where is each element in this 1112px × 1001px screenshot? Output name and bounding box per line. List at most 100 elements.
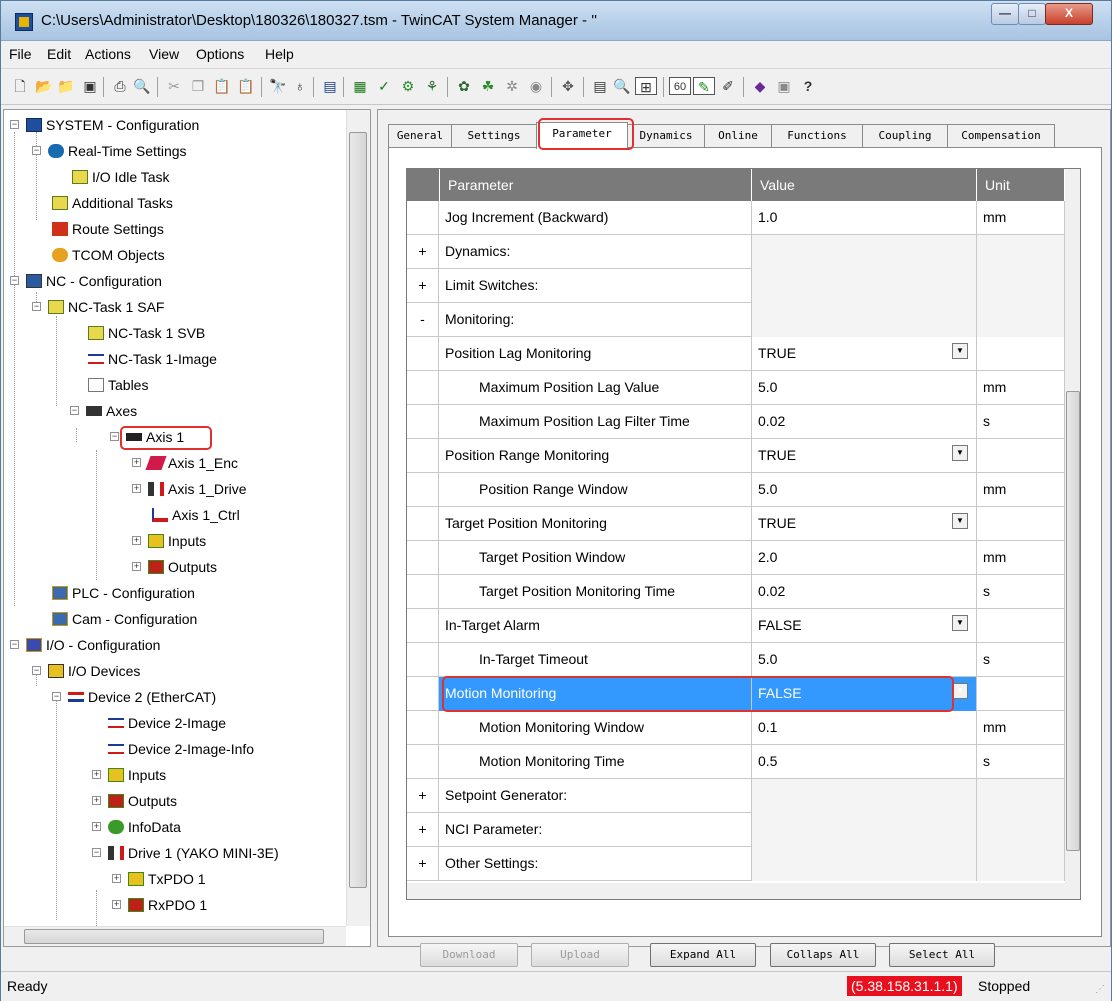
scrollbar-thumb[interactable] [349,132,367,888]
parameter-value[interactable]: FALSE ▼ [752,677,977,711]
collaps-all-button[interactable]: Collaps All [770,943,876,967]
group-toggle[interactable]: + [407,847,439,881]
save-icon[interactable]: ▣ [81,77,99,95]
record-icon[interactable]: ◉ [527,77,545,95]
parameter-value[interactable]: FALSE ▼ [752,609,977,643]
scrollbar-thumb[interactable] [24,929,324,944]
parameter-value[interactable]: 1.0 [752,201,977,235]
tab-coupling[interactable]: Coupling [862,124,948,148]
group-toggle[interactable]: + [407,813,439,847]
select-all-button[interactable]: Select All [889,943,995,967]
find-icon[interactable]: 🔭 [269,77,287,95]
grid-vertical-scrollbar[interactable] [1065,169,1080,899]
paste-icon[interactable]: 📋 [213,77,231,95]
collapse-icon[interactable]: − [10,120,19,129]
find-next-icon[interactable]: ♁ [291,77,309,95]
collapse-icon[interactable]: − [52,692,61,701]
open-icon[interactable]: 📂 [35,77,53,95]
expand-icon[interactable]: + [132,458,141,467]
menu-help[interactable]: Help [265,46,294,62]
generate-mappings-icon[interactable]: ▤ [321,77,339,95]
download-button[interactable]: Download [420,943,518,967]
parameter-value[interactable]: 0.02 [752,575,977,609]
local-icon[interactable]: ✎ [693,77,715,95]
set-run-mode-icon[interactable]: ⚘ [423,77,441,95]
parameter-value[interactable]: TRUE ▼ [752,439,977,473]
parameter-value[interactable]: 5.0 [752,371,977,405]
grid-row[interactable]: Jog Increment (Backward) 1.0 mm [407,201,1065,235]
header-parameter[interactable]: Parameter [439,169,752,201]
menu-actions[interactable]: Actions [85,46,131,62]
collapse-icon[interactable]: − [92,848,101,857]
collapse-icon[interactable]: − [32,146,41,155]
new-icon[interactable]: 🗋 [11,77,29,95]
print-preview-icon[interactable]: 🔍 [133,77,151,95]
grid-row[interactable]: + Setpoint Generator: [407,779,1065,813]
grid-row[interactable]: Maximum Position Lag Value 5.0 mm [407,371,1065,405]
tab-online[interactable]: Online [704,124,772,148]
help-icon[interactable]: ? [799,77,817,95]
grid-row[interactable]: Target Position Window 2.0 mm [407,541,1065,575]
group-toggle[interactable]: - [407,303,439,337]
expand-icon[interactable]: + [92,796,101,805]
header-value[interactable]: Value [752,169,977,201]
collapse-icon[interactable]: − [70,406,79,415]
parameter-value[interactable]: 0.02 [752,405,977,439]
expand-icon[interactable]: + [132,562,141,571]
grid-row[interactable]: Target Position Monitoring Time 0.02 s [407,575,1065,609]
paste-special-icon[interactable]: 📋 [237,77,255,95]
grid-row[interactable]: + Dynamics: [407,235,1065,269]
parameter-value[interactable]: 2.0 [752,541,977,575]
dropdown-arrow-icon[interactable]: ▼ [952,683,968,699]
properties-icon[interactable]: ▤ [591,77,609,95]
dropdown-arrow-icon[interactable]: ▼ [952,513,968,529]
collapse-icon[interactable]: − [32,302,41,311]
grid-row[interactable]: In-Target Timeout 5.0 s [407,643,1065,677]
check-configuration-icon[interactable]: ⊞ [635,77,657,95]
tab-compensation[interactable]: Compensation [947,124,1055,148]
expand-icon[interactable]: + [112,874,121,883]
tab-parameter[interactable]: Parameter [536,122,628,149]
info-icon[interactable]: ▣ [775,77,793,95]
scrollbar-thumb[interactable] [1066,391,1080,851]
expand-all-button[interactable]: Expand All [650,943,756,967]
close-button[interactable]: X [1045,3,1093,25]
scan-icon[interactable]: ☘ [479,77,497,95]
zoom-icon[interactable]: 🔍 [613,77,631,95]
dropdown-arrow-icon[interactable]: ▼ [952,615,968,631]
minimize-button[interactable]: — [991,3,1019,25]
grid-row[interactable]: + Limit Switches: [407,269,1065,303]
print-icon[interactable]: ⎙ [111,77,129,95]
collapse-icon[interactable]: − [32,666,41,675]
tab-functions[interactable]: Functions [771,124,863,148]
target-icon[interactable]: ✥ [559,77,577,95]
menu-options[interactable]: Options [196,46,244,62]
tree-vertical-scrollbar[interactable] [346,110,370,926]
grid-row[interactable]: Position Range Monitoring TRUE ▼ [407,439,1065,473]
grid-row[interactable]: - Monitoring: [407,303,1065,337]
grid-row[interactable]: Position Range Window 5.0 mm [407,473,1065,507]
grid-row[interactable]: Motion Monitoring Window 0.1 mm [407,711,1065,745]
menu-edit[interactable]: Edit [47,46,71,62]
grid-row[interactable]: + Other Settings: [407,847,1065,881]
free-run-icon[interactable]: ✐ [719,77,737,95]
cut-icon[interactable]: ✂ [165,77,183,95]
upload-button[interactable]: Upload [531,943,629,967]
maximize-button[interactable]: □ [1018,3,1046,25]
expand-icon[interactable]: + [92,822,101,831]
parameter-value[interactable]: 5.0 [752,643,977,677]
restart-icon[interactable]: ⚙ [399,77,417,95]
tab-settings[interactable]: Settings [451,124,537,148]
collapse-icon[interactable]: − [110,432,119,441]
expand-icon[interactable]: + [112,900,121,909]
parameter-value[interactable]: 5.0 [752,473,977,507]
copy-icon[interactable]: ❐ [189,77,207,95]
menu-file[interactable]: File [9,46,32,62]
dropdown-arrow-icon[interactable]: ▼ [952,445,968,461]
grid-row[interactable]: Maximum Position Lag Filter Time 0.02 s [407,405,1065,439]
config-mode-icon[interactable]: ✿ [455,77,473,95]
toggle-icon[interactable]: ✲ [503,77,521,95]
grid-row[interactable]: Motion Monitoring FALSE ▼ [407,677,1065,711]
collapse-icon[interactable]: − [10,276,19,285]
expand-icon[interactable]: + [92,770,101,779]
